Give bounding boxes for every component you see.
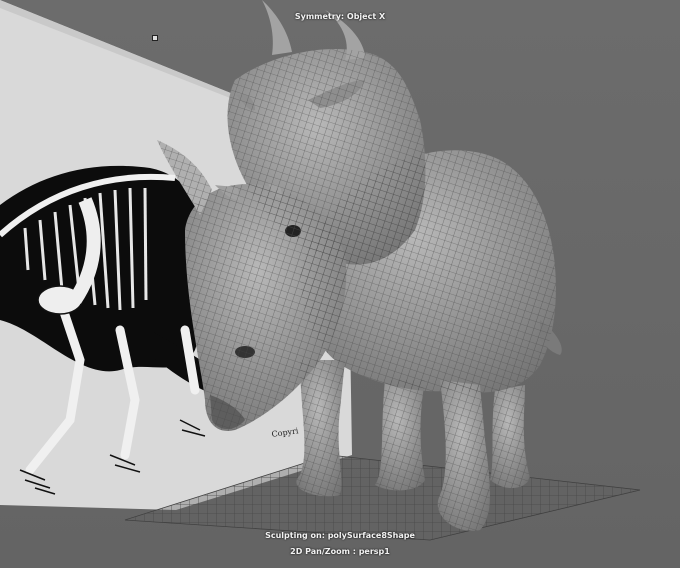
sculpt-target-label: Sculpting on: polySurface8Shape	[265, 531, 415, 540]
viewport-persp1[interactable]: Copyri Symmetry: Object X Sculpting on: …	[0, 0, 680, 568]
pan-zoom-label: 2D Pan/Zoom : persp1	[290, 547, 390, 556]
pivot-marker[interactable]	[152, 35, 158, 41]
symmetry-label: Symmetry: Object X	[294, 12, 386, 21]
scene-canvas[interactable]: Copyri	[0, 0, 680, 568]
